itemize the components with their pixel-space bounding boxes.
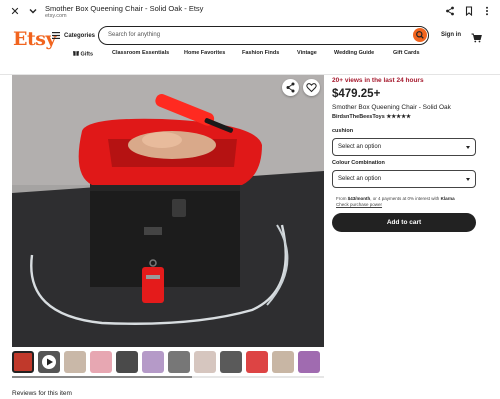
thumbnail[interactable]: [194, 351, 216, 373]
views-badge: 20+ views in the last 24 hours: [332, 77, 424, 84]
thumbnail[interactable]: [298, 351, 320, 373]
select-value: Select an option: [338, 176, 382, 182]
product-photo[interactable]: [12, 75, 324, 347]
shop-link[interactable]: BirdsnTheBeesToys ★★★★★: [332, 114, 411, 120]
klarna-amount: $43/month: [347, 196, 371, 201]
close-icon[interactable]: ✕: [9, 6, 21, 18]
cart-icon[interactable]: [471, 30, 482, 43]
bookmark-icon[interactable]: [463, 6, 475, 18]
share-icon[interactable]: [444, 6, 456, 18]
thumbnail[interactable]: [220, 351, 242, 373]
nav-item-wedding-guide[interactable]: Wedding Guide: [334, 50, 374, 56]
thumbnail[interactable]: [142, 351, 164, 373]
check-purchase-power-link[interactable]: Check purchase power: [336, 202, 382, 207]
thumbnail[interactable]: [168, 351, 190, 373]
thumbnail-scrollbar[interactable]: [12, 376, 324, 378]
nav-item-gifts[interactable]: Gifts: [73, 50, 93, 58]
nav-item-label: Gifts: [80, 51, 94, 58]
klarna-text: , or 4 payments at 0% interest with: [370, 196, 441, 201]
search-icon: [416, 31, 424, 39]
menu-icon: [52, 32, 60, 39]
nav-item-fashion-finds[interactable]: Fashion Finds: [242, 50, 279, 56]
nav-item-home-favorites[interactable]: Home Favorites: [184, 50, 225, 56]
klarna-installments: From $43/month, or 4 payments at 0% inte…: [336, 196, 455, 208]
chevron-down-icon[interactable]: [27, 6, 39, 18]
klarna-logo: Klarna: [440, 196, 455, 201]
nav-item-gift-cards[interactable]: Gift Cards: [393, 50, 420, 56]
cushion-select[interactable]: Select an option: [332, 138, 476, 156]
option-label-cushion: cushion: [332, 128, 354, 134]
thumbnail[interactable]: [64, 351, 86, 373]
site-header: Etsy Categories Search for anything Sign…: [0, 25, 500, 75]
more-vert-icon[interactable]: [481, 6, 493, 18]
search-button[interactable]: [413, 28, 427, 42]
categories-button[interactable]: Categories: [52, 32, 95, 39]
heart-icon: [306, 83, 317, 93]
select-value: Select an option: [338, 144, 382, 150]
favorite-button[interactable]: [303, 79, 320, 96]
page-url: etsy.com: [45, 13, 67, 19]
share-button[interactable]: [282, 79, 299, 96]
nav-item-vintage[interactable]: Vintage: [297, 50, 317, 56]
video-thumbnail[interactable]: [38, 351, 60, 373]
add-to-cart-button[interactable]: Add to cart: [332, 213, 476, 232]
scrollbar-thumb[interactable]: [12, 376, 192, 378]
gift-icon: [73, 51, 79, 56]
thumbnail[interactable]: [246, 351, 268, 373]
nav-item-classroom-essentials[interactable]: Classroom Essentials: [112, 50, 169, 56]
product-image: [12, 75, 324, 347]
thumbnail[interactable]: [12, 351, 34, 373]
page-title: Smother Box Queening Chair - Solid Oak -…: [45, 4, 204, 13]
thumbnail-strip: [12, 351, 324, 375]
search-input[interactable]: Search for anything: [98, 26, 429, 45]
reviews-heading: Reviews for this item: [12, 390, 72, 397]
play-icon: [42, 355, 56, 369]
search-placeholder: Search for anything: [108, 32, 161, 38]
listing-page: Reviews for this item 20+ views in the l…: [0, 75, 500, 399]
share-icon: [286, 82, 295, 93]
price: $479.25+: [332, 88, 381, 100]
browser-toolbar: ✕ Smother Box Queening Chair - Solid Oak…: [0, 0, 500, 25]
etsy-logo[interactable]: Etsy: [13, 28, 57, 50]
caret-down-icon: [466, 146, 470, 149]
sign-in-link[interactable]: Sign in: [441, 32, 461, 38]
shop-name[interactable]: BirdsnTheBeesToys: [332, 114, 385, 120]
star-rating: ★★★★★: [386, 114, 411, 120]
klarna-text: From: [336, 196, 348, 201]
thumbnail[interactable]: [272, 351, 294, 373]
colour-select[interactable]: Select an option: [332, 170, 476, 188]
thumbnail[interactable]: [116, 351, 138, 373]
caret-down-icon: [466, 178, 470, 181]
categories-label: Categories: [64, 32, 96, 39]
thumbnail[interactable]: [90, 351, 112, 373]
product-title: Smother Box Queening Chair - Solid Oak: [332, 104, 451, 111]
option-label-colour: Colour Combination: [332, 160, 385, 166]
